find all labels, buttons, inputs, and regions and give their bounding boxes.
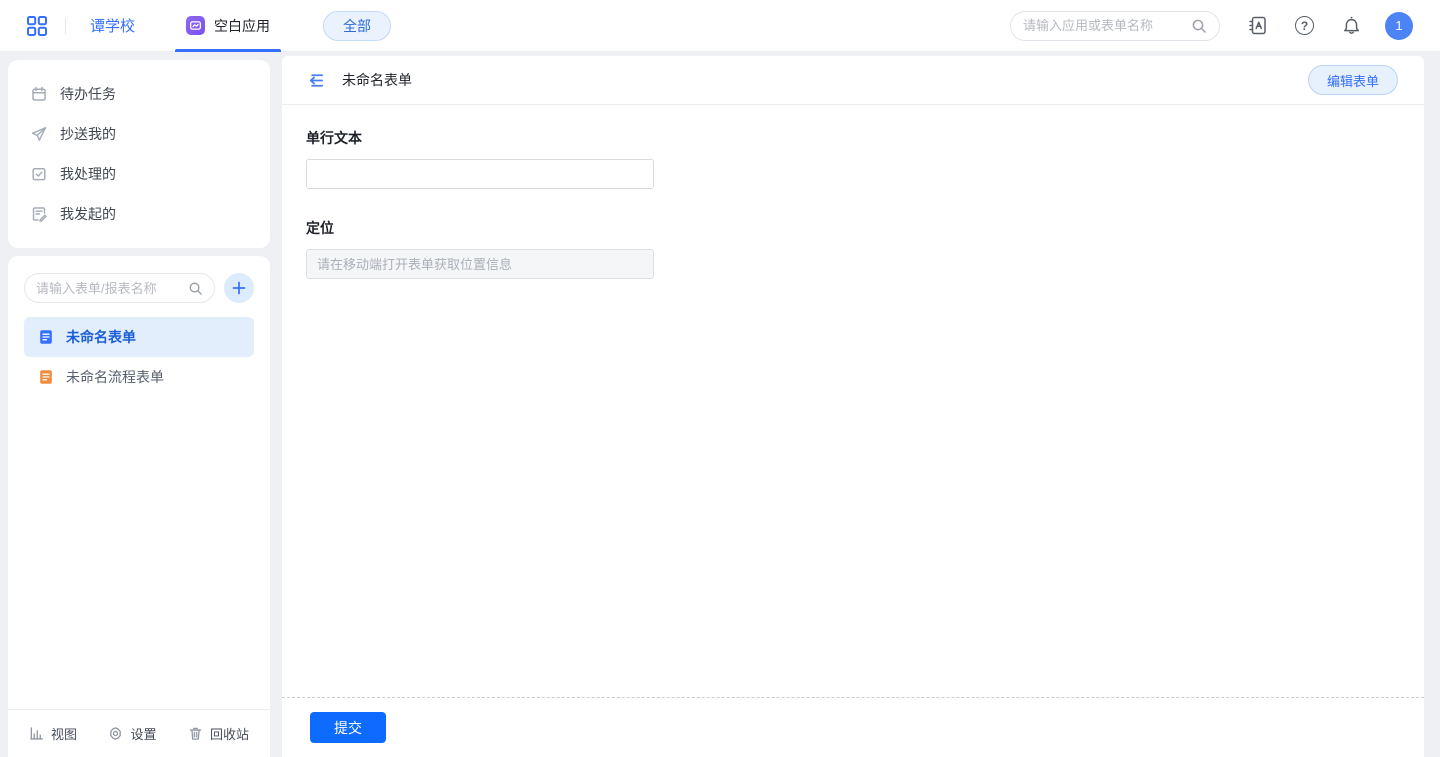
todo-tasks-icon (31, 86, 47, 102)
form-body: 单行文本 定位 (282, 105, 1424, 279)
single-line-text-input[interactable] (306, 159, 654, 189)
blank-app-icon (186, 16, 205, 35)
filter-all-label: 全部 (343, 16, 371, 36)
collapse-panel-icon[interactable] (306, 71, 325, 90)
form-list: 未命名表单 未命名流程表单 (8, 305, 270, 397)
global-search (1010, 11, 1220, 41)
user-avatar[interactable]: 1 (1385, 12, 1413, 40)
tab-label: 空白应用 (214, 16, 270, 36)
sidebar-task-menu: 待办任务 抄送我的 我处理的 我发起的 (8, 60, 270, 248)
cc-to-me-icon (31, 126, 47, 142)
help-icon[interactable]: ? (1295, 16, 1314, 35)
tab-blank-app[interactable]: 空白应用 (175, 0, 281, 52)
location-input (306, 249, 654, 279)
field-label-location: 定位 (306, 218, 1400, 238)
handled-by-me-icon (31, 166, 47, 182)
sidebar-item-handled-by-me[interactable]: 我处理的 (8, 154, 270, 194)
form-detail-panel: 未命名表单 编辑表单 单行文本 定位 提交 (282, 56, 1424, 757)
global-search-input[interactable] (1023, 18, 1191, 33)
trash-icon (188, 726, 203, 741)
settings-button[interactable]: 设置 (108, 724, 156, 743)
workspace-name[interactable]: 谭学校 (90, 15, 135, 36)
edit-form-button[interactable]: 编辑表单 (1308, 65, 1398, 95)
field-label-single-line-text: 单行文本 (306, 128, 1400, 148)
sidebar-footer: 视图 设置 回收站 (8, 709, 270, 757)
sidebar-item-label: 抄送我的 (60, 124, 116, 144)
search-icon (1191, 18, 1207, 34)
help-glyph: ? (1295, 16, 1314, 35)
sidebar-item-label: 我发起的 (60, 204, 116, 224)
apps-grid-icon[interactable] (26, 15, 48, 37)
form-footer: 提交 (282, 697, 1424, 757)
page-title: 未命名表单 (342, 70, 412, 90)
filter-all-pill[interactable]: 全部 (323, 11, 391, 41)
recycle-bin-label: 回收站 (210, 724, 249, 743)
sidebar-item-todo-tasks[interactable]: 待办任务 (8, 74, 270, 114)
bell-icon[interactable] (1341, 15, 1362, 36)
sidebar-form-panel: 未命名表单 未命名流程表单 (8, 256, 270, 757)
panel-header: 未命名表单 编辑表单 (282, 56, 1424, 105)
sidebar-item-label: 待办任务 (60, 84, 116, 104)
form-item-untitled-form[interactable]: 未命名表单 (24, 317, 254, 357)
views-chart-icon (29, 726, 44, 741)
views-button[interactable]: 视图 (29, 724, 77, 743)
form-search (24, 273, 215, 303)
plus-icon (231, 280, 247, 296)
sidebar-item-started-by-me[interactable]: 我发起的 (8, 194, 270, 234)
flow-form-doc-icon (38, 369, 54, 385)
top-header: 谭学校 空白应用 全部 ? (0, 0, 1440, 52)
form-item-untitled-flow-form[interactable]: 未命名流程表单 (24, 357, 254, 397)
submit-button[interactable]: 提交 (310, 712, 386, 743)
divider (65, 18, 66, 34)
sidebar-item-label: 我处理的 (60, 164, 116, 184)
search-icon (188, 281, 203, 296)
form-item-label: 未命名流程表单 (66, 367, 164, 387)
recycle-bin-button[interactable]: 回收站 (188, 724, 249, 743)
form-doc-icon (38, 329, 54, 345)
sidebar-item-cc-to-me[interactable]: 抄送我的 (8, 114, 270, 154)
form-search-input[interactable] (36, 281, 188, 296)
settings-gear-icon (108, 726, 123, 741)
form-item-label: 未命名表单 (66, 327, 136, 347)
contacts-icon[interactable] (1247, 15, 1268, 36)
views-label: 视图 (51, 724, 77, 743)
started-by-me-icon (31, 206, 47, 222)
settings-label: 设置 (130, 724, 156, 743)
add-form-button[interactable] (224, 273, 254, 303)
